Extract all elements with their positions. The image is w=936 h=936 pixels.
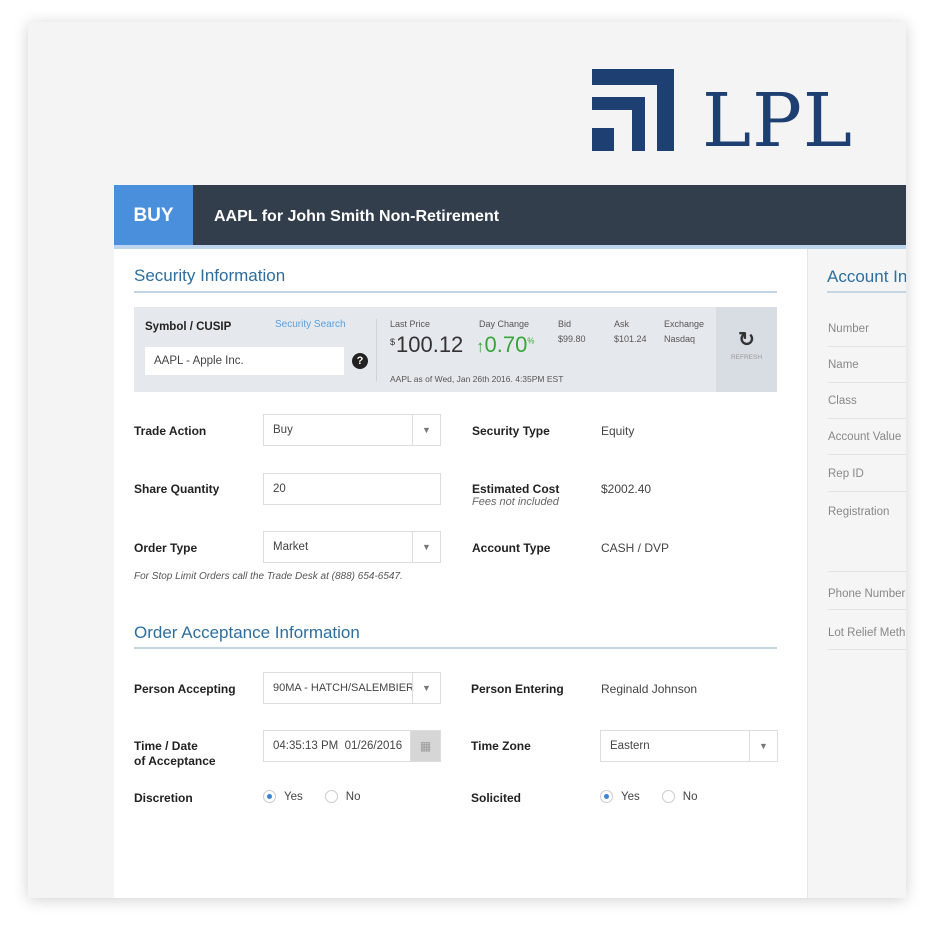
order-type-select[interactable]: Market ▼ [263,531,441,563]
trade-action-select[interactable]: Buy ▼ [263,414,441,446]
fees-note: Fees not included [472,496,559,508]
security-type-label: Security Type [472,424,550,438]
stop-limit-note: For Stop Limit Orders call the Trade Des… [134,571,403,582]
field-divider [828,571,906,572]
symbol-label: Symbol / CUSIP [145,321,232,333]
refresh-label: REFRESH [730,354,763,361]
account-field-registration: Registration [828,506,890,518]
discretion-radio-group: Yes No [263,790,360,803]
share-quantity-label: Share Quantity [134,482,220,496]
time-zone-value: Eastern [610,740,650,752]
field-divider [828,491,906,492]
radio-label: No [682,790,698,803]
exchange-label: Exchange [664,319,705,329]
header-divider [114,245,906,249]
person-accepting-value: 90MA - HATCH/SALEMBIER [273,682,414,694]
estimated-cost-value: $2002.40 [601,482,652,496]
time-date-input[interactable]: 04:35:13 PM 01/26/2016 ▦ [263,730,441,762]
refresh-icon: ↻ [738,329,755,351]
time-date-label-2: of Acceptance [134,754,216,768]
field-divider [828,609,906,610]
day-change-label: Day Change [479,319,530,329]
day-change: ↑0.70% [476,332,534,358]
ask-label: Ask [614,319,630,329]
trade-action-value: Buy [273,424,293,436]
arrow-up-icon: ↑ [476,337,485,356]
security-section-title: Security Information [134,266,286,285]
solicited-no-radio[interactable] [661,790,675,803]
radio-label: Yes [284,790,303,803]
radio-label: No [345,790,361,803]
solicited-label: Solicited [471,791,522,805]
section-divider [827,291,906,293]
order-type-label: Order Type [134,541,198,555]
field-divider [828,418,906,419]
last-price-label: Last Price [390,319,431,329]
field-divider [828,382,906,383]
help-icon[interactable]: ? [352,353,368,369]
account-type-value: CASH / DVP [601,541,670,555]
account-field-rep-id: Rep ID [828,468,864,480]
time-zone-label: Time Zone [471,739,531,753]
account-field-phone: Phone Number [828,588,906,600]
acceptance-section-title: Order Acceptance Information [134,623,360,642]
discretion-no-radio[interactable] [324,790,338,803]
refresh-button[interactable]: ↻ REFRESH [716,307,777,392]
chevron-down-icon: ▼ [412,532,440,562]
account-field-number: Number [828,323,869,335]
buy-badge: BUY [114,185,193,245]
last-price: 100.12 [396,332,464,357]
estimated-cost-label: Estimated Cost [472,482,560,496]
calendar-icon[interactable]: ▦ [410,731,440,761]
account-field-class: Class [828,395,857,407]
currency-symbol: $ [390,337,396,347]
field-divider [828,454,906,455]
page-title: AAPL for John Smith Non-Retirement [214,208,500,225]
account-field-value: Account Value [828,431,902,443]
chevron-down-icon: ▼ [412,415,440,445]
solicited-radio-group: Yes No [600,790,697,803]
trade-action-label: Trade Action [134,424,207,438]
security-search-link[interactable]: Security Search [275,319,346,330]
bid-value: $99.80 [558,334,586,344]
section-divider [134,647,777,649]
section-divider [134,291,777,293]
account-type-label: Account Type [472,541,551,555]
discretion-label: Discretion [134,791,193,805]
time-date-label: Time / Date [134,739,198,753]
quote-timestamp: AAPL as of Wed, Jan 26th 2016. 4:35PM ES… [390,374,564,384]
time-zone-select[interactable]: Eastern ▼ [600,730,778,762]
trade-window: BUY AAPL for John Smith Non-Retirement S… [114,185,906,898]
person-entering-value: Reginald Johnson [601,682,698,696]
lpl-logo-mark-icon [592,69,674,151]
time-date-value: 04:35:13 PM 01/26/2016 [273,740,403,752]
solicited-yes-radio[interactable] [600,790,613,803]
share-quantity-input[interactable]: 20 [263,473,441,505]
radio-label: Yes [621,790,640,803]
security-type-value: Equity [601,424,635,438]
account-section-title: Account Inf [827,267,906,286]
account-info-panel: Account Inf Number Name Class Account Va… [807,249,906,898]
person-accepting-select[interactable]: 90MA - HATCH/SALEMBIER ▼ [263,672,441,704]
account-field-lot-relief: Lot Relief Meth [828,627,906,639]
field-divider [828,649,906,650]
order-type-value: Market [273,541,309,553]
chevron-down-icon: ▼ [749,731,777,761]
lpl-logo-text: LPL [702,78,854,164]
discretion-yes-radio[interactable] [263,790,276,803]
exchange-value: Nasdaq [664,334,696,344]
person-accepting-label: Person Accepting [134,682,236,696]
field-divider [828,346,906,347]
quote-divider [376,319,377,381]
account-field-name: Name [828,359,859,371]
person-entering-label: Person Entering [471,682,564,696]
day-change-value: 0.70 [484,332,528,357]
chevron-down-icon: ▼ [412,673,440,703]
symbol-input[interactable]: AAPL - Apple Inc. [145,347,344,375]
bid-label: Bid [558,319,572,329]
day-change-unit: % [527,336,535,346]
ask-value: $101.24 [614,334,647,344]
